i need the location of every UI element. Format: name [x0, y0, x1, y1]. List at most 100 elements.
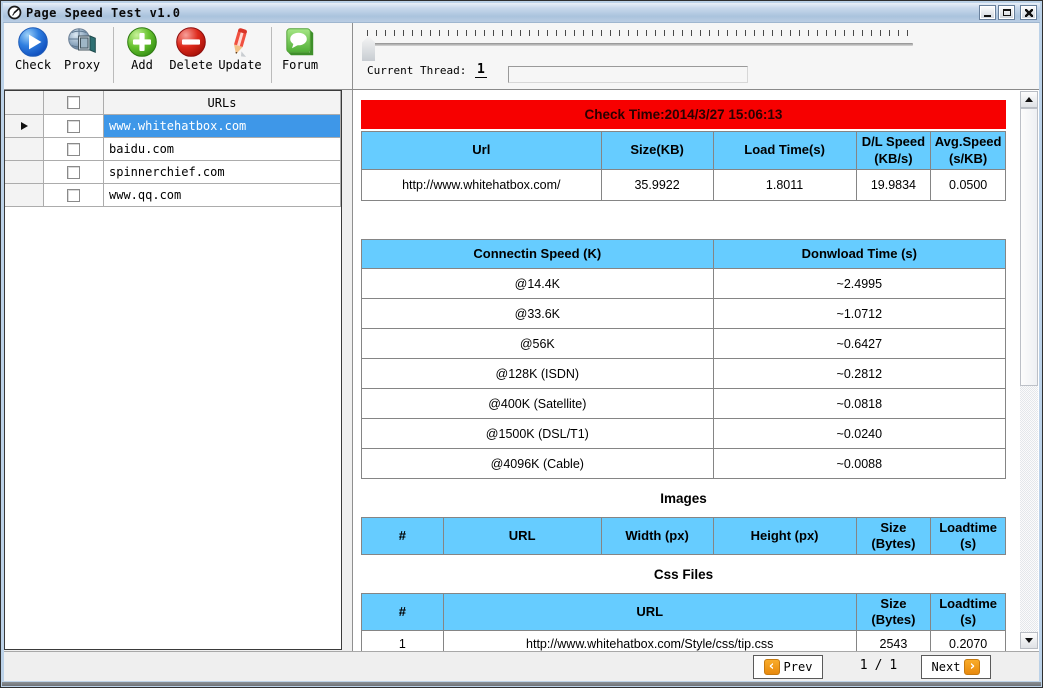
toolbar-button-update[interactable]: Update	[217, 26, 263, 72]
table-cell: @128K (ISDN)	[362, 359, 714, 389]
prev-button-label: Prev	[784, 660, 813, 674]
checkbox-cell	[44, 138, 104, 161]
scrollbar-thumb[interactable]	[1020, 108, 1038, 386]
slider-ticks	[367, 30, 914, 36]
table-cell: 0.2070	[931, 631, 1006, 652]
column-header: URL	[443, 518, 601, 555]
check-time-banner: Check Time:2014/3/27 15:06:13	[361, 100, 1006, 129]
next-button[interactable]: Next ›	[921, 655, 991, 679]
close-icon	[1025, 9, 1033, 17]
row-checkbox[interactable]	[67, 143, 80, 156]
column-header: Url	[362, 132, 602, 170]
column-header: Avg.Speed (s/KB)	[931, 132, 1006, 170]
toolbar-separator	[271, 27, 272, 83]
current-page: 1	[860, 658, 869, 673]
column-header: Load Time(s)	[713, 132, 856, 170]
slider-track[interactable]	[367, 43, 913, 46]
table-cell: ~0.0240	[713, 419, 1005, 449]
progress-bar	[508, 66, 748, 83]
column-header: #	[362, 518, 444, 555]
row-selector[interactable]	[5, 184, 44, 207]
url-cell[interactable]: www.whitehatbox.com	[104, 115, 341, 138]
toolbar-button-label: Add	[131, 58, 153, 72]
add-plus-icon	[126, 26, 158, 58]
scroll-down-button[interactable]	[1020, 632, 1038, 649]
table-row: http://www.whitehatbox.com/35.99221.8011…	[362, 170, 1006, 201]
scroll-up-button[interactable]	[1020, 91, 1038, 108]
toolbar-button-delete[interactable]: Delete	[168, 26, 214, 72]
url-row: www.qq.com	[5, 184, 341, 207]
toolbar-button-add[interactable]: Add	[119, 26, 165, 72]
title-bar[interactable]: Page Speed Test v1.0	[3, 3, 1040, 23]
column-header: Loadtime (s)	[931, 594, 1006, 631]
table-cell: 0.0500	[931, 170, 1006, 201]
column-header: Size (Bytes)	[856, 518, 931, 555]
images-table: #URLWidth (px)Height (px)Size (Bytes)Loa…	[361, 517, 1006, 555]
url-cell[interactable]: www.qq.com	[104, 184, 341, 207]
app-window: Page Speed Test v1.0 CheckProxy Add Delete…	[0, 0, 1043, 688]
css-section-title: Css Files	[361, 555, 1006, 593]
update-pencil-icon	[224, 26, 256, 58]
table-cell: @33.6K	[362, 299, 714, 329]
column-header: Size(KB)	[601, 132, 713, 170]
row-selector[interactable]	[5, 161, 44, 184]
table-row: @14.4K~2.4995	[362, 269, 1006, 299]
url-list-panel: URLs www.whitehatbox.combaidu.comspinner…	[4, 90, 353, 651]
table-cell: @1500K (DSL/T1)	[362, 419, 714, 449]
maximize-button[interactable]	[998, 5, 1015, 20]
table-cell: @56K	[362, 329, 714, 359]
prev-button[interactable]: ‹ Prev	[753, 655, 823, 679]
url-cell[interactable]: baidu.com	[104, 138, 341, 161]
report-panel: Check Time:2014/3/27 15:06:13 UrlSize(KB…	[353, 90, 1039, 651]
table-cell: @400K (Satellite)	[362, 389, 714, 419]
table-row: @400K (Satellite)~0.0818	[362, 389, 1006, 419]
column-header: Donwload Time (s)	[713, 240, 1005, 269]
next-button-label: Next	[932, 660, 961, 674]
row-checkbox[interactable]	[67, 166, 80, 179]
row-checkbox[interactable]	[67, 189, 80, 202]
url-cell[interactable]: spinnerchief.com	[104, 161, 341, 184]
toolbar-button-forum[interactable]: Forum	[277, 26, 323, 72]
grid-corner-cell	[5, 91, 44, 115]
row-checkbox[interactable]	[67, 120, 80, 133]
current-row-arrow-icon	[21, 122, 28, 130]
table-row: 1http://www.whitehatbox.com/Style/css/ti…	[362, 631, 1006, 652]
summary-table: UrlSize(KB)Load Time(s)D/L Speed (KB/s)A…	[361, 131, 1006, 201]
toolbar-button-check[interactable]: Check	[10, 26, 56, 72]
client-area: CheckProxyAddDeleteUpdateForum Current T…	[4, 23, 1039, 681]
checkbox-cell	[44, 115, 104, 138]
url-row: spinnerchief.com	[5, 161, 341, 184]
close-button[interactable]	[1020, 5, 1037, 20]
row-selector[interactable]	[5, 138, 44, 161]
select-all-checkbox[interactable]	[67, 96, 80, 109]
vertical-scrollbar[interactable]	[1020, 91, 1038, 649]
app-gauge-icon	[7, 5, 22, 20]
checkbox-cell	[44, 184, 104, 207]
table-cell: @4096K (Cable)	[362, 449, 714, 479]
minimize-icon	[984, 15, 991, 17]
css-files-table: #URLSize (Bytes)Loadtime (s) 1http://www…	[361, 593, 1006, 651]
slider-thumb[interactable]	[362, 36, 375, 61]
report-content: Check Time:2014/3/27 15:06:13 UrlSize(KB…	[361, 90, 1006, 651]
minimize-button[interactable]	[979, 5, 996, 20]
toolbar-button-proxy[interactable]: Proxy	[59, 26, 105, 72]
main-area: URLs www.whitehatbox.combaidu.comspinner…	[4, 90, 1039, 651]
images-section-title: Images	[361, 479, 1006, 517]
table-cell: 2543	[856, 631, 931, 652]
toolbar-button-label: Forum	[282, 58, 318, 72]
column-header: #	[362, 594, 444, 631]
table-row: @33.6K~1.0712	[362, 299, 1006, 329]
grid-header-row: URLs	[5, 91, 341, 115]
table-cell: ~0.6427	[713, 329, 1005, 359]
row-selector[interactable]	[5, 115, 44, 138]
total-pages: 1	[889, 658, 898, 673]
toolbar-button-label: Update	[218, 58, 261, 72]
toolbar-separator	[113, 27, 114, 83]
forum-chat-icon	[284, 26, 316, 58]
table-cell: http://www.whitehatbox.com/Style/css/tip…	[443, 631, 856, 652]
url-row: www.whitehatbox.com	[5, 115, 341, 138]
table-cell: http://www.whitehatbox.com/	[362, 170, 602, 201]
table-row: @128K (ISDN)~0.2812	[362, 359, 1006, 389]
table-cell: 1	[362, 631, 444, 652]
table-cell: ~0.0818	[713, 389, 1005, 419]
